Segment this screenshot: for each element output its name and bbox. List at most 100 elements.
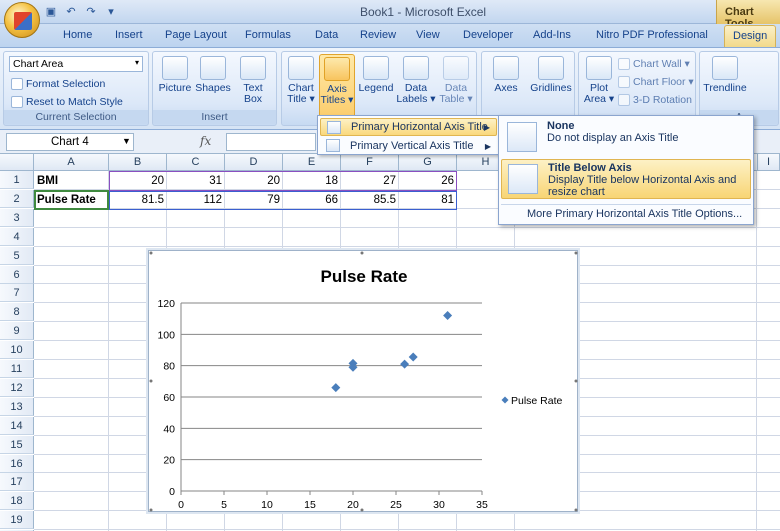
row-header[interactable]: 12 xyxy=(0,378,34,397)
data-labels-button[interactable]: Data Labels ▾ xyxy=(396,56,436,105)
column-header[interactable]: D xyxy=(225,154,283,171)
picture-button[interactable]: Picture xyxy=(157,56,193,94)
column-header[interactable]: A xyxy=(34,154,109,171)
reset-style-icon xyxy=(11,96,23,108)
tab-data[interactable]: Data xyxy=(315,29,338,41)
data-point xyxy=(443,311,453,321)
option-below-title: Title Below Axis xyxy=(548,162,632,174)
reset-to-match-style-button[interactable]: Reset to Match Style xyxy=(11,94,123,110)
tab-page-layout[interactable]: Page Layout xyxy=(165,29,227,41)
option-none[interactable]: None Do not display an Axis Title xyxy=(501,118,751,158)
column-header[interactable]: E xyxy=(283,154,341,171)
tab-developer[interactable]: Developer xyxy=(463,29,513,41)
scatter-chart[interactable]: Pulse Rate 0 20 40 60 80 100 120 0 5 10 15 20 25 30 35 P… xyxy=(148,250,578,512)
axis-titles-button[interactable]: Axis Titles ▾ xyxy=(319,54,355,118)
title-below-axis-icon xyxy=(508,164,538,194)
row-header[interactable]: 18 xyxy=(0,492,34,511)
option-below-desc-1: Display Title below Horizontal Axis and xyxy=(548,174,737,186)
select-all-corner[interactable] xyxy=(0,154,34,171)
row-header[interactable]: 16 xyxy=(0,454,34,473)
column-header[interactable]: G xyxy=(399,154,457,171)
column-header[interactable]: C xyxy=(167,154,225,171)
row-header[interactable]: 3 xyxy=(0,208,34,227)
chart-wall-button[interactable]: Chart Wall ▾ xyxy=(618,56,690,72)
chart-canvas: Pulse Rate 0 20 40 60 80 100 120 0 5 10 15 20 25 30 35 P… xyxy=(149,251,578,512)
chart-title-icon xyxy=(288,56,314,80)
row-header[interactable]: 5 xyxy=(0,246,34,265)
row-header[interactable]: 6 xyxy=(0,265,34,284)
tab-design[interactable]: Design xyxy=(724,25,777,47)
trendline-button[interactable]: Trendline xyxy=(702,56,748,94)
menu-primary-vertical-axis-title[interactable]: Primary Vertical Axis Title ▶ xyxy=(320,137,497,155)
row-header[interactable]: 7 xyxy=(0,284,34,303)
chart-elements-value: Chart Area xyxy=(13,58,64,70)
office-button[interactable] xyxy=(4,2,40,38)
row-header[interactable]: 19 xyxy=(0,511,34,530)
option-none-title: None xyxy=(547,120,575,132)
undo-icon[interactable]: ↶ xyxy=(64,5,78,19)
tab-insert[interactable]: Insert xyxy=(115,29,143,41)
3d-rotation-icon xyxy=(618,94,630,106)
tab-view[interactable]: View xyxy=(416,29,440,41)
axes-button[interactable]: Axes xyxy=(486,56,526,94)
window-title: Book1 - Microsoft Excel xyxy=(360,5,487,19)
column-header[interactable]: B xyxy=(109,154,167,171)
row-header[interactable]: 13 xyxy=(0,397,34,416)
tab-add-ins[interactable]: Add-Ins xyxy=(533,29,571,41)
row-header[interactable]: 15 xyxy=(0,435,34,454)
format-selection-button[interactable]: Format Selection xyxy=(11,76,105,92)
name-box-dropdown-icon[interactable]: ▼ xyxy=(122,136,131,146)
row-header[interactable]: 4 xyxy=(0,227,34,246)
row-header[interactable]: 10 xyxy=(0,341,34,360)
x-tick-label: 25 xyxy=(390,499,402,511)
name-box[interactable]: Chart 4 xyxy=(6,133,134,151)
gridlines-icon xyxy=(538,56,564,80)
trendline-label: Trendline xyxy=(703,82,747,94)
trendline-icon xyxy=(712,56,738,80)
chevron-right-icon: ▶ xyxy=(484,141,491,151)
resize-handle xyxy=(574,379,578,383)
column-header[interactable]: I xyxy=(757,154,780,171)
3d-rotation-button[interactable]: 3-D Rotation xyxy=(618,92,692,108)
group-insert: Picture Shapes Text Box Insert xyxy=(152,51,277,126)
cell-a1[interactable]: BMI xyxy=(34,172,61,190)
chart-title-button[interactable]: Chart Title ▾ xyxy=(284,56,318,105)
row-header[interactable]: 14 xyxy=(0,416,34,435)
redo-icon[interactable]: ↷ xyxy=(84,5,98,19)
text-box-button[interactable]: Text Box xyxy=(235,56,271,105)
data-table-label-2: Table ▾ xyxy=(439,93,473,105)
more-axis-title-options[interactable]: More Primary Horizontal Axis Title Optio… xyxy=(501,204,751,222)
legend-button[interactable]: Legend xyxy=(356,56,396,94)
row-header[interactable]: 1 xyxy=(0,171,34,189)
plot-area-button[interactable]: Plot Area ▾ xyxy=(582,56,616,105)
menu-primary-horizontal-axis-title[interactable]: Primary Horizontal Axis Title ▶ xyxy=(320,118,497,136)
text-box-label-2: Box xyxy=(243,93,263,105)
save-icon[interactable]: ▣ xyxy=(44,5,58,19)
y-values-highlight xyxy=(109,191,457,210)
gridlines-button[interactable]: Gridlines xyxy=(528,56,574,94)
data-table-button[interactable]: Data Table ▾ xyxy=(436,56,476,105)
title-bar: ▣ ↶ ↷ ▾ Book1 - Microsoft Excel Chart To… xyxy=(0,0,780,30)
row-header[interactable]: 9 xyxy=(0,322,34,341)
option-title-below-axis[interactable]: Title Below Axis Display Title below Hor… xyxy=(501,159,751,199)
row-header[interactable]: 8 xyxy=(0,303,34,322)
row-header[interactable]: 11 xyxy=(0,360,34,378)
row-header[interactable]: 17 xyxy=(0,473,34,492)
tab-home[interactable]: Home xyxy=(63,29,92,41)
row-header[interactable]: 2 xyxy=(0,189,34,208)
chart-elements-dropdown[interactable]: Chart Area ▾ xyxy=(9,56,143,72)
tab-formulas[interactable]: Formulas xyxy=(245,29,291,41)
shapes-button[interactable]: Shapes xyxy=(195,56,231,94)
customize-qat-icon[interactable]: ▾ xyxy=(104,5,118,19)
tab-review[interactable]: Review xyxy=(360,29,396,41)
y-tick-label: 80 xyxy=(163,361,175,373)
insert-function-icon[interactable]: fx xyxy=(200,134,211,148)
y-tick-label: 0 xyxy=(169,486,175,498)
column-header[interactable]: F xyxy=(341,154,399,171)
chart-floor-button[interactable]: Chart Floor ▾ xyxy=(618,74,694,90)
tab-nitro-pdf[interactable]: Nitro PDF Professional xyxy=(596,29,708,41)
formula-input[interactable] xyxy=(226,133,316,151)
legend-label: Legend xyxy=(358,82,394,94)
legend-label: Pulse Rate xyxy=(511,395,563,407)
resize-handle xyxy=(360,508,364,512)
